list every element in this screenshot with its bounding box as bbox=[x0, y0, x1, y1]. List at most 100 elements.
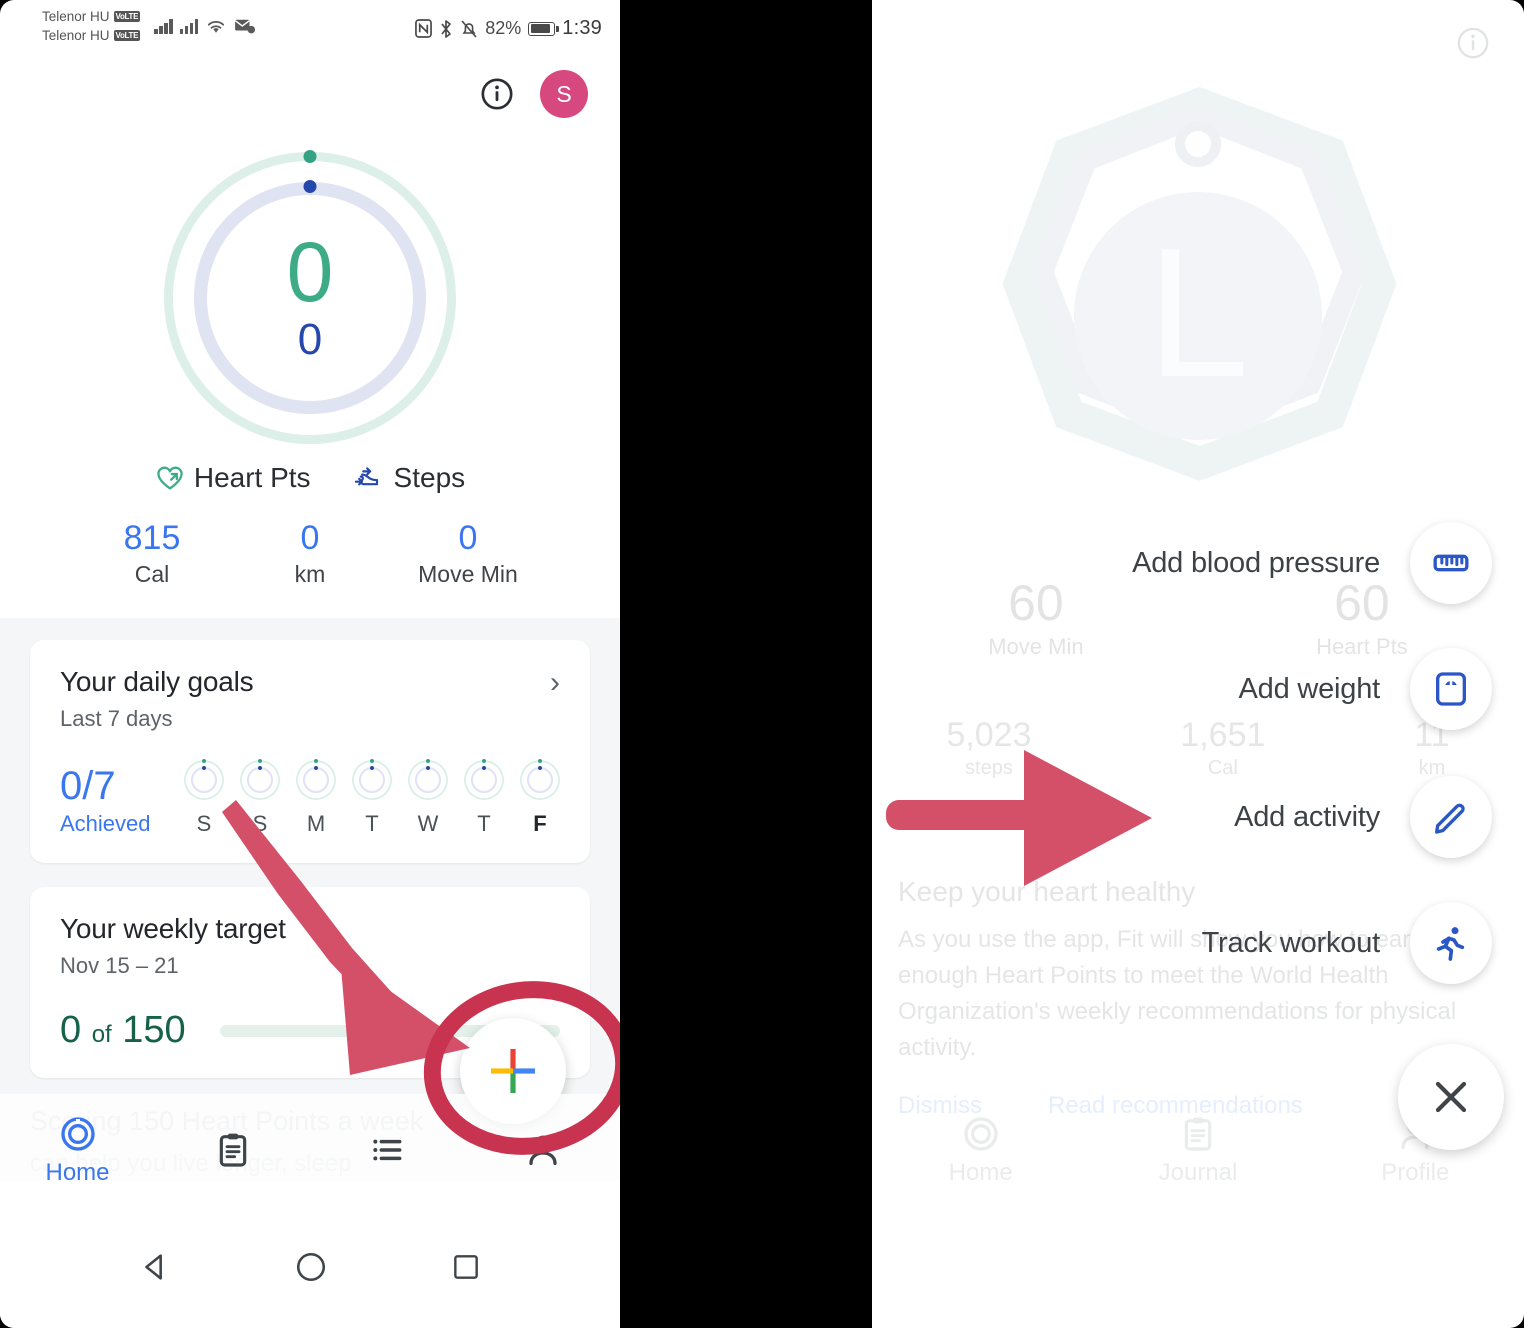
avatar-initial: S bbox=[556, 80, 572, 107]
bottom-nav: Home bbox=[0, 1094, 620, 1206]
week-day-label: S bbox=[196, 811, 212, 837]
activity-ring-icon bbox=[60, 1116, 95, 1151]
back-triangle-icon[interactable] bbox=[138, 1250, 172, 1284]
app-header: S bbox=[0, 54, 620, 128]
sheet-item-track-workout[interactable]: Track workout bbox=[1202, 902, 1492, 984]
info-button[interactable] bbox=[480, 77, 514, 111]
stat-km[interactable]: 0 km bbox=[231, 519, 389, 588]
stat-km-value: 0 bbox=[300, 519, 320, 557]
daily-goals-title: Your daily goals bbox=[60, 666, 254, 698]
left-phone-screen: Telenor HU VoLTE Telenor HU VoLTE 82% 1:… bbox=[0, 0, 620, 1328]
mail-sync-icon bbox=[234, 19, 256, 34]
stat-cal-label: Cal bbox=[134, 561, 170, 588]
weekly-target-value: 0 bbox=[60, 1009, 82, 1052]
stat-cal-value: 815 bbox=[123, 519, 181, 557]
wifi-icon bbox=[208, 21, 225, 33]
day-mini-ring bbox=[352, 759, 392, 801]
achieved-block: 0/7 Achieved bbox=[60, 765, 184, 837]
volte-badge-1: VoLTE bbox=[113, 11, 141, 23]
week-day-label: S bbox=[252, 811, 268, 837]
week-day-label: F bbox=[533, 811, 547, 837]
stat-move-min[interactable]: 0 Move Min bbox=[389, 519, 547, 588]
google-plus-icon bbox=[491, 1049, 535, 1093]
sheet-label-track-workout: Track workout bbox=[1201, 926, 1381, 959]
carrier-2: Telenor HU bbox=[42, 27, 110, 43]
week-day-label: T bbox=[477, 811, 491, 837]
silent-bell-icon bbox=[461, 19, 477, 38]
close-sheet-button[interactable] bbox=[1398, 1044, 1504, 1150]
stat-cal[interactable]: 815 Cal bbox=[73, 519, 231, 588]
status-clock: 1:39 bbox=[562, 17, 602, 39]
sheet-label-add-weight: Add weight bbox=[1238, 672, 1381, 705]
daily-goals-card[interactable]: Your daily goals Last 7 days › 0/7 Achie… bbox=[30, 640, 590, 864]
ring-values: 0 0 bbox=[164, 152, 456, 444]
add-action-sheet: Add blood pressure Add weight Add activi… bbox=[872, 0, 1524, 1328]
sheet-item-add-blood-pressure[interactable]: Add blood pressure bbox=[1132, 522, 1492, 604]
system-navigation-bar bbox=[0, 1206, 620, 1328]
achieved-value: 0/7 bbox=[60, 764, 116, 809]
heart-arrow-icon bbox=[157, 466, 183, 490]
carrier-1: Telenor HU bbox=[42, 9, 110, 24]
clipboard-icon bbox=[219, 1133, 246, 1167]
sheet-item-add-activity[interactable]: Add activity bbox=[1234, 776, 1492, 858]
chevron-right-icon[interactable]: › bbox=[550, 668, 560, 698]
list-icon bbox=[372, 1139, 401, 1161]
week-day-cell[interactable]: T bbox=[464, 759, 504, 837]
home-circle-icon[interactable] bbox=[294, 1250, 328, 1284]
activity-rings[interactable]: 0 0 bbox=[164, 149, 456, 444]
week-rings-row: SSMTWTF bbox=[184, 759, 560, 837]
info-icon bbox=[481, 78, 513, 110]
stats-row: 815 Cal 0 km 0 Move Min bbox=[0, 494, 620, 618]
week-day-label: W bbox=[417, 811, 439, 837]
bluetooth-icon bbox=[441, 19, 452, 38]
recents-square-icon[interactable] bbox=[450, 1251, 482, 1283]
week-day-label: M bbox=[306, 811, 326, 837]
carrier-labels: Telenor HU VoLTE Telenor HU VoLTE bbox=[42, 8, 141, 45]
close-x-icon bbox=[1435, 1081, 1467, 1113]
avatar[interactable]: S bbox=[540, 70, 588, 118]
stat-km-label: km bbox=[294, 561, 326, 588]
activity-rings-section: 0 0 bbox=[0, 128, 620, 468]
nfc-icon bbox=[415, 19, 433, 38]
running-person-icon bbox=[1410, 902, 1492, 984]
nav-item-home[interactable]: Home bbox=[0, 1114, 155, 1187]
week-day-label: T bbox=[365, 811, 379, 837]
day-mini-ring bbox=[520, 759, 560, 801]
status-bar: Telenor HU VoLTE Telenor HU VoLTE 82% 1:… bbox=[0, 0, 620, 54]
daily-goals-header: Your daily goals Last 7 days › bbox=[60, 666, 560, 732]
blood-pressure-cuff-icon bbox=[1410, 522, 1492, 604]
week-day-cell[interactable]: S bbox=[240, 759, 280, 837]
week-day-cell[interactable]: S bbox=[184, 759, 224, 837]
weekly-target-title: Your weekly target bbox=[60, 913, 286, 945]
nav-item-home-label: Home bbox=[45, 1158, 110, 1186]
weekly-target-of: of bbox=[91, 1021, 112, 1049]
week-day-cell[interactable]: M bbox=[296, 759, 336, 837]
weight-scale-icon bbox=[1410, 648, 1492, 730]
screenshot-stage: Telenor HU VoLTE Telenor HU VoLTE 82% 1:… bbox=[0, 0, 1524, 1328]
achieved-label: Achieved bbox=[60, 811, 151, 837]
week-day-cell[interactable]: T bbox=[352, 759, 392, 837]
week-day-cell[interactable]: W bbox=[408, 759, 448, 837]
weekly-target-subtitle: Nov 15 – 21 bbox=[60, 953, 179, 979]
weekly-target-goal: 150 bbox=[122, 1009, 186, 1052]
signal-bars-1-icon bbox=[154, 18, 173, 34]
day-mini-ring bbox=[408, 759, 448, 801]
day-mini-ring bbox=[184, 759, 224, 801]
battery-icon bbox=[528, 21, 559, 36]
heart-points-value: 0 bbox=[286, 225, 334, 320]
nav-item-journal[interactable] bbox=[155, 1130, 310, 1170]
nav-item-profile[interactable] bbox=[465, 1130, 620, 1170]
nav-item-list[interactable] bbox=[310, 1130, 465, 1170]
day-mini-ring bbox=[296, 759, 336, 801]
steps-value: 0 bbox=[297, 314, 323, 364]
signal-bars-2-icon bbox=[179, 18, 199, 34]
shoe-icon bbox=[354, 467, 378, 486]
stat-move-min-label: Move Min bbox=[418, 561, 518, 588]
daily-goals-subtitle: Last 7 days bbox=[60, 706, 173, 732]
sheet-item-add-weight[interactable]: Add weight bbox=[1238, 648, 1492, 730]
stat-move-min-value: 0 bbox=[458, 519, 478, 557]
day-mini-ring bbox=[240, 759, 280, 801]
week-day-cell[interactable]: F bbox=[520, 759, 560, 837]
weekly-target-header: Your weekly target Nov 15 – 21 bbox=[60, 913, 560, 979]
volte-badge-2: VoLTE bbox=[113, 30, 141, 42]
